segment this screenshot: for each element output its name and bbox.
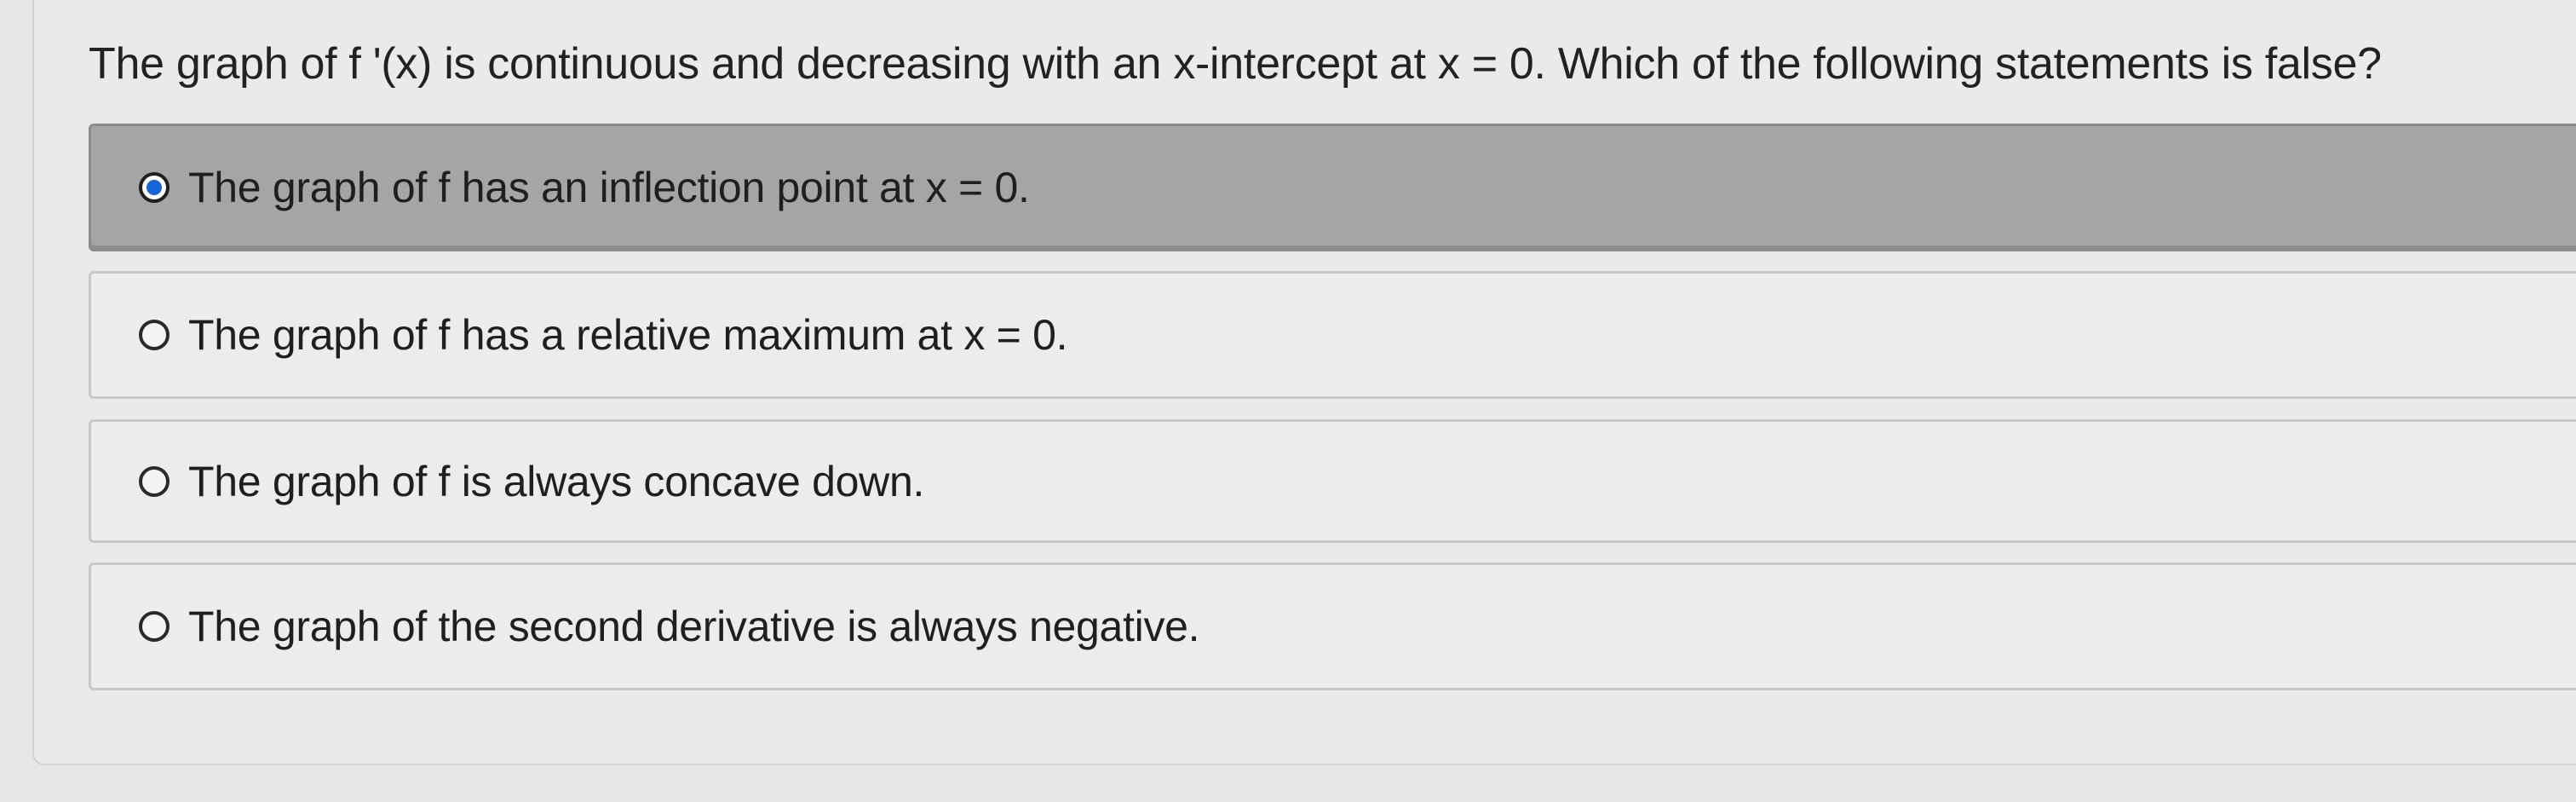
radio-dot: [147, 180, 162, 195]
option-concave-down[interactable]: The graph of f is always concave down.: [89, 419, 2576, 543]
option-inflection-point[interactable]: The graph of f has an inflection point a…: [89, 124, 2576, 251]
radio-selected-icon[interactable]: [139, 172, 170, 203]
radio-icon[interactable]: [139, 611, 170, 642]
option-label: The graph of f has a relative maximum at…: [188, 311, 1068, 359]
option-relative-maximum[interactable]: The graph of f has a relative maximum at…: [89, 271, 2576, 399]
question-text: The graph of f '(x) is continuous and de…: [89, 39, 2382, 89]
option-label: The graph of f has an inflection point a…: [188, 164, 1030, 211]
radio-icon[interactable]: [139, 320, 170, 350]
radio-icon[interactable]: [139, 465, 170, 497]
option-label: The graph of the second derivative is al…: [188, 603, 1200, 650]
option-label: The graph of f is always concave down.: [188, 457, 925, 505]
option-second-derivative[interactable]: The graph of the second derivative is al…: [89, 563, 2576, 690]
